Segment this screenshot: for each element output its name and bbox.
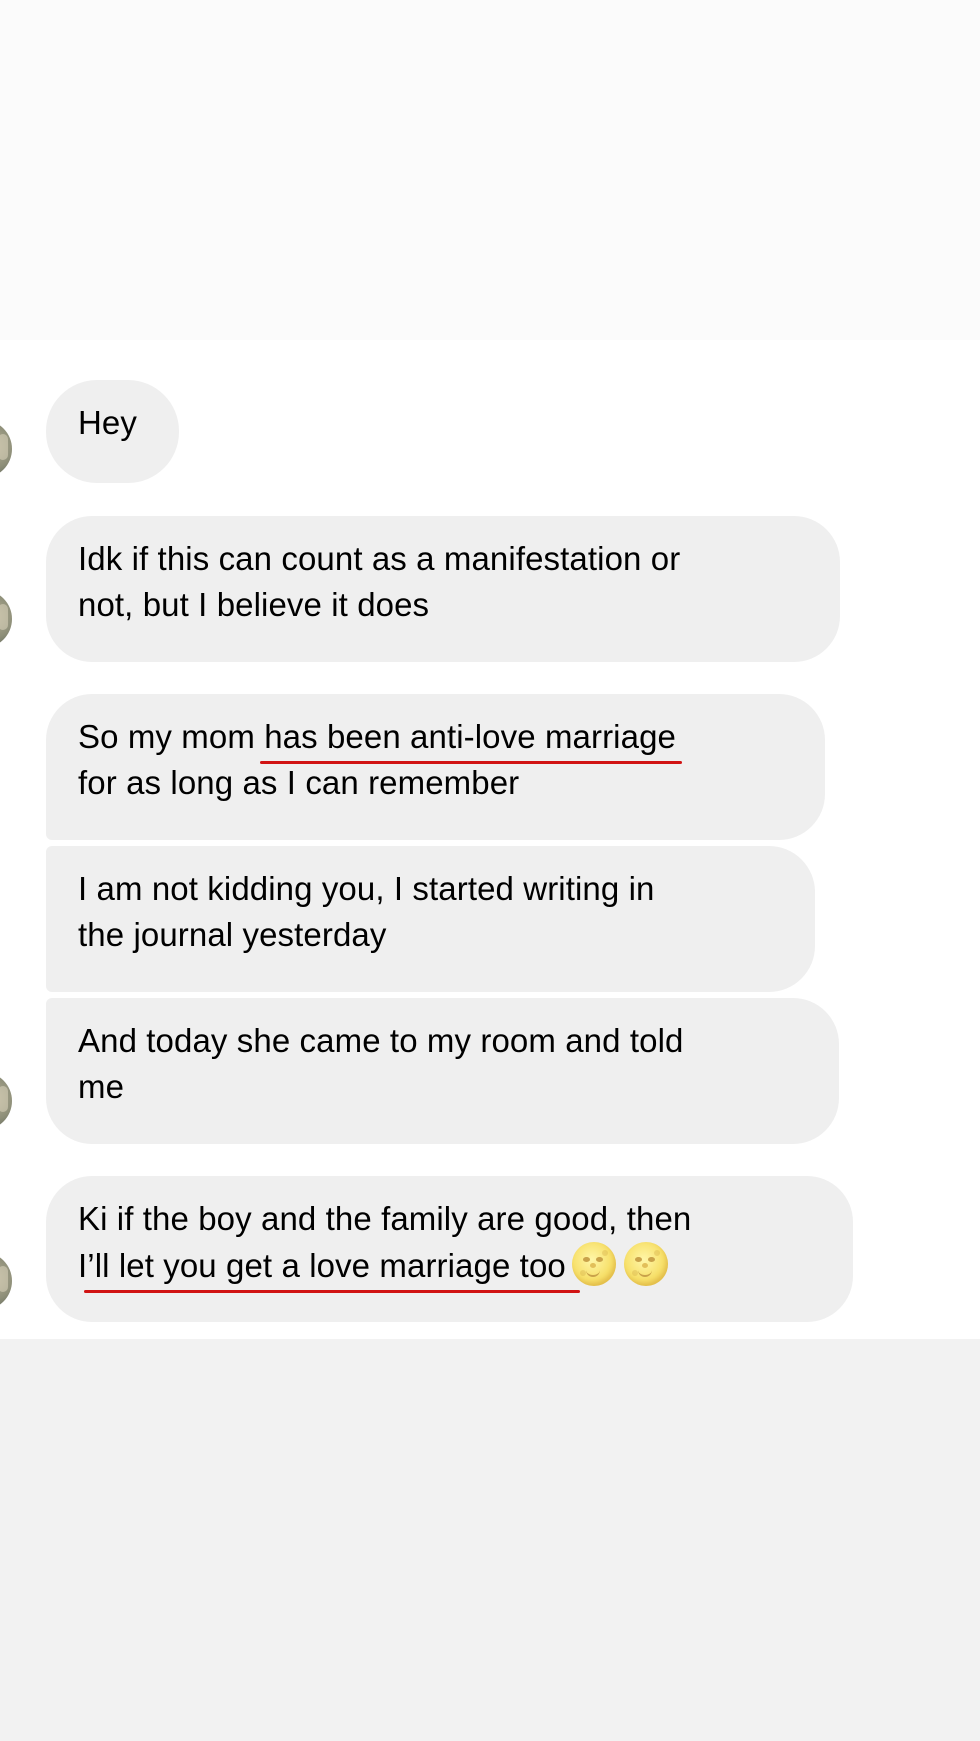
message-bubble[interactable]: Ki if the boy and the family are good, t… — [46, 1176, 853, 1322]
sender-avatar[interactable] — [0, 590, 12, 648]
message-text: Ki if the boy and the family are good, t… — [78, 1200, 692, 1237]
full-moon-face-emoji-icon — [623, 1242, 668, 1286]
message-text: So my mom — [78, 718, 265, 755]
message-text: I am not kidding you, I started writing … — [78, 870, 655, 907]
underlined-phrase: I’ll let you get a love marriage too — [78, 1243, 580, 1293]
message-text: has been anti-love marriage — [264, 718, 676, 755]
message-bubble[interactable]: Hey — [46, 380, 179, 483]
message-text: the journal yesterday — [78, 916, 387, 953]
bottom-blank-area — [0, 1339, 980, 1741]
underlined-phrase: has been anti-love marriage — [260, 714, 682, 764]
sender-avatar[interactable] — [0, 1252, 12, 1310]
top-blank-area — [0, 0, 980, 340]
message-text: me — [78, 1068, 125, 1105]
sender-avatar[interactable] — [0, 420, 12, 478]
message-text: Idk if this can count as a manifestation… — [78, 540, 681, 577]
message-text: for as long as I can remember — [78, 764, 520, 801]
message-text: I’ll let you get a love marriage too — [78, 1247, 566, 1284]
sender-avatar[interactable] — [0, 1072, 12, 1130]
message-text: And today she came to my room and told — [78, 1022, 684, 1059]
message-bubble[interactable]: And today she came to my room and told m… — [46, 998, 839, 1144]
message-bubble[interactable]: I am not kidding you, I started writing … — [46, 846, 815, 992]
message-text-line: So my mom has been anti-love marriage — [78, 714, 792, 764]
red-underline — [84, 1290, 580, 1293]
message-bubble[interactable]: Idk if this can count as a manifestation… — [46, 516, 840, 662]
full-moon-face-emoji-icon — [571, 1242, 616, 1286]
message-text: not, but I believe it does — [78, 586, 430, 623]
message-bubble[interactable]: So my mom has been anti-love marriage fo… — [46, 694, 825, 840]
message-text-line: I’ll let you get a love marriage too — [78, 1242, 820, 1293]
message-thread[interactable]: Hey Idk if this can count as a manifesta… — [0, 340, 980, 1339]
message-text: Hey — [78, 404, 137, 441]
